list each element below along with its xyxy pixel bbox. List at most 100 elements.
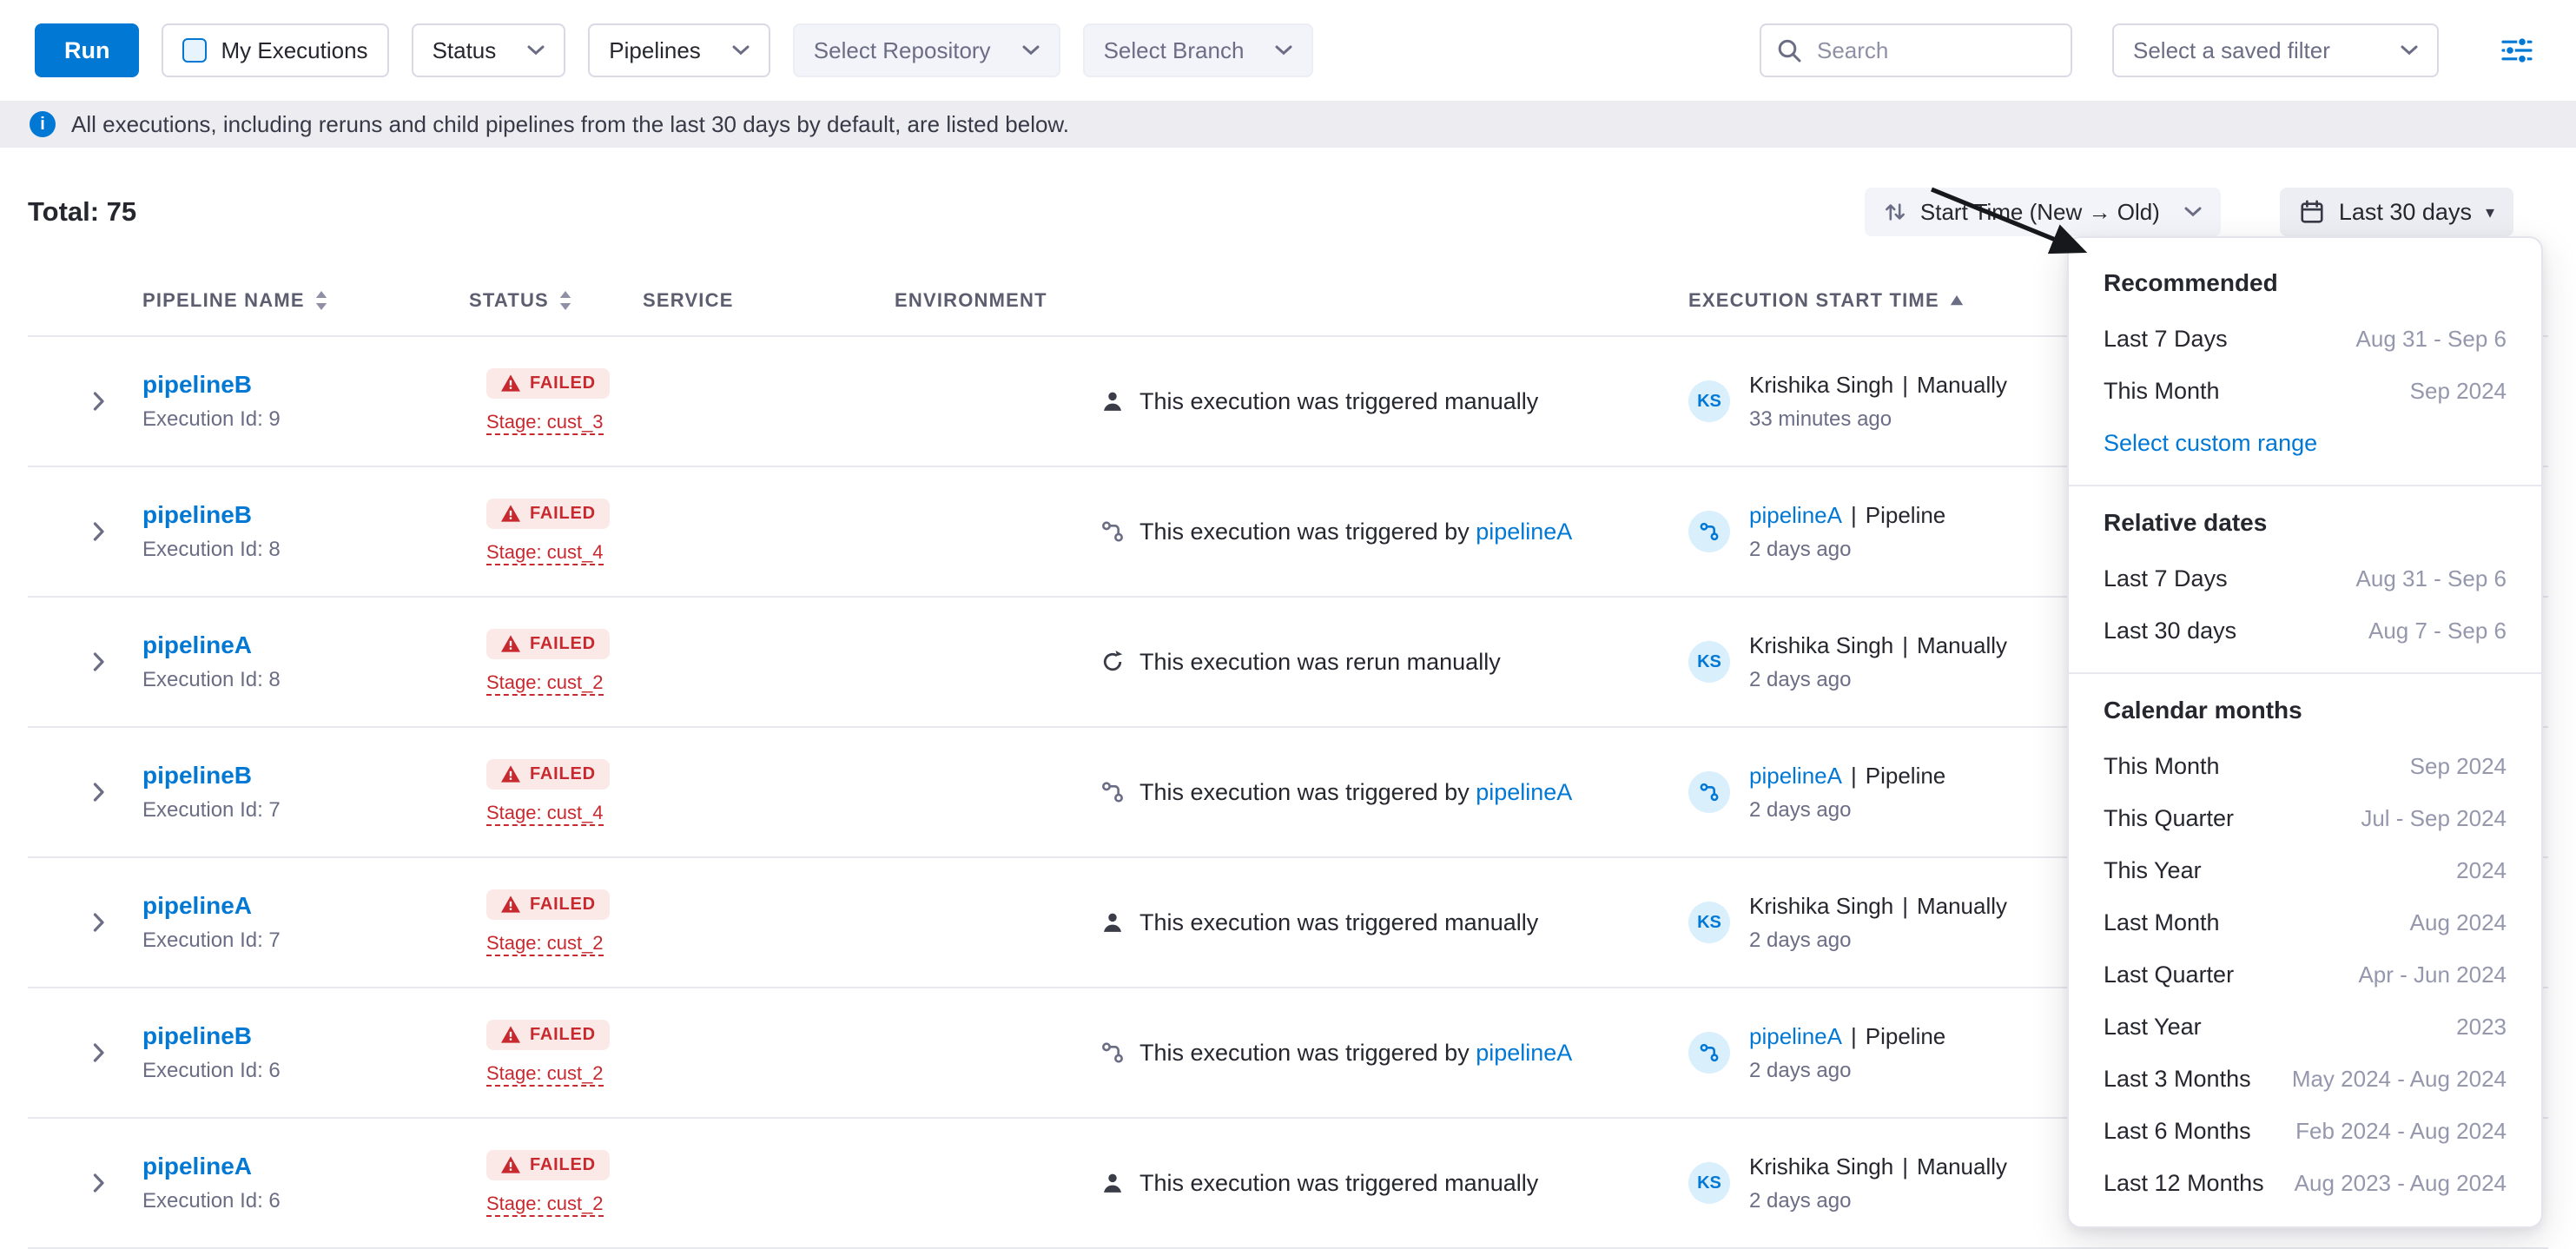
expand-chevron-icon[interactable] [56, 913, 142, 932]
menu-divider [2069, 485, 2541, 486]
date-option-this-month[interactable]: This MonthSep 2024 [2104, 365, 2507, 417]
executions-page: Run My Executions Status Pipelines Selec… [0, 0, 2576, 1244]
trigger-pipeline-link[interactable]: pipelineA [1476, 779, 1572, 805]
repository-dropdown[interactable]: Select Repository [793, 23, 1060, 77]
pipeline-name-link[interactable]: pipelineA [142, 631, 252, 659]
status-label: FAILED [530, 373, 596, 393]
header-environment: ENVIRONMENT [895, 289, 1100, 312]
pipeline-trigger-icon [1100, 519, 1126, 545]
date-option-last-3-months[interactable]: Last 3 MonthsMay 2024 - Aug 2024 [2104, 1053, 2507, 1105]
date-option-value: Apr - Jun 2024 [2358, 962, 2507, 988]
status-badge: FAILED [486, 889, 610, 920]
avatar [1688, 1032, 1730, 1074]
date-option-this-quarter[interactable]: This QuarterJul - Sep 2024 [2104, 792, 2507, 844]
starter-name[interactable]: pipelineA [1749, 763, 1842, 790]
my-executions-checkbox[interactable]: My Executions [162, 23, 388, 77]
sort-both-icon[interactable] [559, 291, 571, 310]
date-option-select-custom-range[interactable]: Select custom range [2104, 417, 2507, 469]
expand-chevron-icon[interactable] [56, 783, 142, 802]
stage-link[interactable]: Stage: cust_2 [486, 1193, 604, 1217]
date-option-value: Jul - Sep 2024 [2361, 805, 2507, 832]
expand-chevron-icon[interactable] [56, 1043, 142, 1062]
expand-chevron-icon[interactable] [56, 392, 142, 411]
checkbox-icon[interactable] [182, 38, 207, 63]
filter-icon [2500, 37, 2533, 63]
pipeline-name-link[interactable]: pipelineA [142, 1153, 252, 1180]
trigger-pipeline-link[interactable]: pipelineA [1476, 1040, 1572, 1066]
search-box[interactable] [1760, 23, 2072, 77]
date-option-this-year[interactable]: This Year2024 [2104, 844, 2507, 896]
user-icon [1100, 388, 1126, 414]
date-option-value: Aug 2024 [2410, 909, 2507, 936]
time-ago: 2 days ago [1749, 668, 2007, 692]
starter-name[interactable]: pipelineA [1749, 502, 1842, 529]
trigger-message: This execution was rerun manually [1139, 649, 1501, 675]
date-option-last-6-months[interactable]: Last 6 MonthsFeb 2024 - Aug 2024 [2104, 1105, 2507, 1157]
sort-dropdown-label: Start Time (New → Old) [1920, 199, 2160, 226]
menu-section-title: Calendar months [2104, 690, 2507, 740]
expand-chevron-icon[interactable] [56, 652, 142, 671]
sort-both-icon[interactable] [315, 291, 327, 310]
date-option-label: Last Quarter [2104, 962, 2234, 988]
pipelines-dropdown[interactable]: Pipelines [588, 23, 770, 77]
pipeline-name-link[interactable]: pipelineB [142, 762, 252, 790]
avatar-pipeline-icon [1699, 1042, 1720, 1063]
time-ago: 2 days ago [1749, 798, 1945, 823]
stage-link[interactable]: Stage: cust_2 [486, 671, 604, 696]
warning-icon [500, 504, 521, 523]
sort-dropdown[interactable]: Start Time (New → Old) [1865, 188, 2221, 236]
pipeline-name-link[interactable]: pipelineB [142, 371, 252, 399]
chevron-down-icon [527, 45, 545, 56]
stage-link[interactable]: Stage: cust_4 [486, 802, 604, 826]
date-option-last-7-days[interactable]: Last 7 DaysAug 31 - Sep 6 [2104, 313, 2507, 365]
avatar-initials: KS [1697, 1173, 1721, 1193]
status-dropdown[interactable]: Status [412, 23, 566, 77]
trigger-pipeline-link[interactable]: pipelineA [1476, 519, 1572, 545]
date-option-last-12-months[interactable]: Last 12 Months Aug 2023 - Aug 2024 [2104, 1157, 2507, 1209]
execution-id: Execution Id: 8 [142, 668, 469, 692]
sort-asc-icon[interactable] [1950, 295, 1964, 306]
branch-dropdown[interactable]: Select Branch [1083, 23, 1314, 77]
date-option-label: Select custom range [2104, 430, 2317, 457]
status-label: FAILED [530, 895, 596, 915]
starter-name[interactable]: pipelineA [1749, 1023, 1842, 1050]
stage-link[interactable]: Stage: cust_2 [486, 1062, 604, 1087]
pipeline-name-link[interactable]: pipelineB [142, 1022, 252, 1050]
date-option-last-month[interactable]: Last MonthAug 2024 [2104, 896, 2507, 948]
stage-link[interactable]: Stage: cust_3 [486, 411, 604, 435]
run-button[interactable]: Run [35, 23, 139, 77]
expand-chevron-icon[interactable] [56, 1173, 142, 1193]
status-badge: FAILED [486, 629, 610, 659]
execution-id: Execution Id: 7 [142, 928, 469, 953]
search-input[interactable] [1813, 36, 2055, 66]
info-banner-text: All executions, including reruns and chi… [71, 111, 1069, 138]
pipeline-name-link[interactable]: pipelineB [142, 501, 252, 529]
date-option-label: Last 3 Months [2104, 1066, 2251, 1093]
status-badge: FAILED [486, 499, 610, 529]
user-icon [1100, 1170, 1126, 1196]
header-status[interactable]: STATUS [469, 289, 643, 312]
stage-link[interactable]: Stage: cust_4 [486, 541, 604, 565]
date-option-value: Feb 2024 - Aug 2024 [2295, 1118, 2507, 1145]
saved-filter-dropdown[interactable]: Select a saved filter [2112, 23, 2439, 77]
pipeline-name-link[interactable]: pipelineA [142, 892, 252, 920]
date-option-last-year[interactable]: Last Year2023 [2104, 1001, 2507, 1053]
date-option-last-30-days[interactable]: Last 30 daysAug 7 - Sep 6 [2104, 605, 2507, 657]
date-option-last-quarter[interactable]: Last Quarter Apr - Jun 2024 [2104, 948, 2507, 1001]
date-option-label: Last 12 Months [2104, 1170, 2264, 1197]
expand-chevron-icon[interactable] [56, 522, 142, 541]
date-range-button[interactable]: Last 30 days ▾ [2280, 188, 2513, 236]
chevron-down-icon [2401, 45, 2418, 56]
avatar: KS [1688, 641, 1730, 683]
status-badge: FAILED [486, 759, 610, 790]
starter-separator: | [1851, 763, 1857, 790]
filter-settings-button[interactable] [2493, 26, 2541, 75]
total-count: Total: 75 [28, 196, 136, 228]
date-option-label: Last 30 days [2104, 618, 2236, 644]
header-pipeline-name[interactable]: PIPELINE NAME [142, 289, 469, 312]
stage-link[interactable]: Stage: cust_2 [486, 932, 604, 956]
date-option-last-7-days[interactable]: Last 7 DaysAug 31 - Sep 6 [2104, 552, 2507, 605]
menu-section-title: Relative dates [2104, 502, 2507, 552]
date-option-this-month[interactable]: This MonthSep 2024 [2104, 740, 2507, 792]
date-option-value: Aug 2023 - Aug 2024 [2295, 1170, 2507, 1197]
